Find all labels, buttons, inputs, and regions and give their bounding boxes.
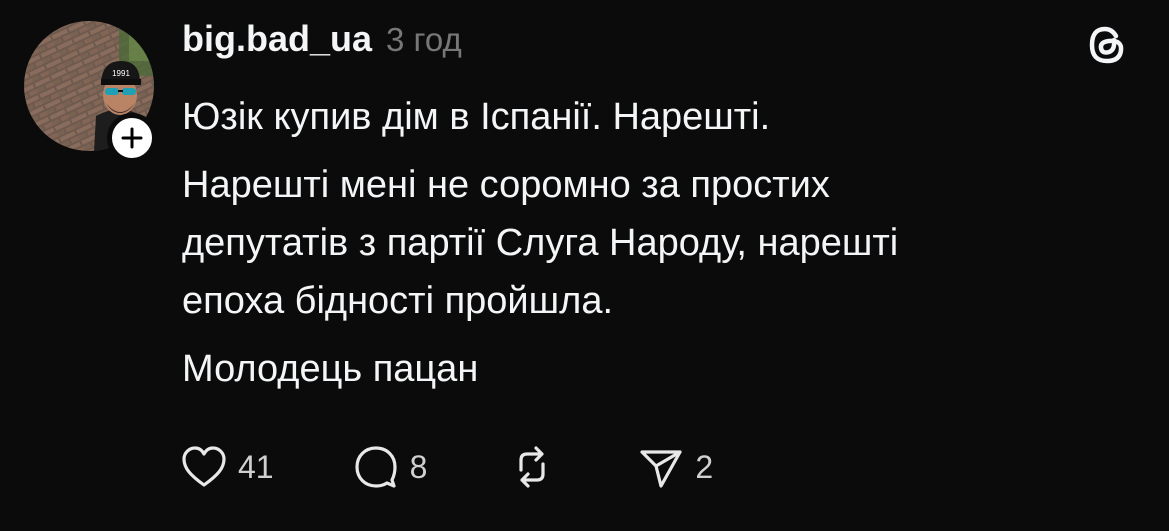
- action-bar: 41 8 2: [180, 442, 773, 492]
- avatar-container[interactable]: 1991: [24, 21, 157, 163]
- post-header: big.bad_ua 3 год: [182, 18, 462, 68]
- timestamp: 3 год: [386, 21, 462, 58]
- share-count: 2: [695, 448, 714, 485]
- cap-text: 1991: [112, 69, 130, 78]
- threads-logo-icon[interactable]: [1083, 21, 1131, 69]
- username[interactable]: big.bad_ua: [182, 18, 372, 60]
- heart-icon: [182, 446, 226, 487]
- like-count: 41: [238, 448, 274, 485]
- reply-button[interactable]: 8: [352, 444, 428, 490]
- repost-arrows-icon: [519, 446, 545, 488]
- reply-count: 8: [409, 448, 428, 485]
- post-paragraph-3: Молодець пацан: [182, 348, 479, 390]
- post-paragraph-2: Нарешті мені не соромно за простих депут…: [182, 164, 899, 322]
- share-button[interactable]: 2: [637, 444, 713, 490]
- repost-button[interactable]: [507, 444, 567, 490]
- post-body: Юзік купив дім в Іспанії. Нарешті. Нареш…: [182, 88, 1122, 408]
- comment-bubble-icon: [354, 446, 397, 488]
- plus-icon: [121, 127, 143, 149]
- like-button[interactable]: 41: [180, 444, 274, 490]
- post-paragraph-1: Юзік купив дім в Іспанії. Нарешті.: [182, 96, 771, 138]
- threads-post: 1991 big.bad_ua 3 год Юзік купив дім в І…: [0, 0, 1169, 531]
- send-paper-plane-icon: [640, 450, 682, 488]
- follow-button[interactable]: [107, 113, 157, 163]
